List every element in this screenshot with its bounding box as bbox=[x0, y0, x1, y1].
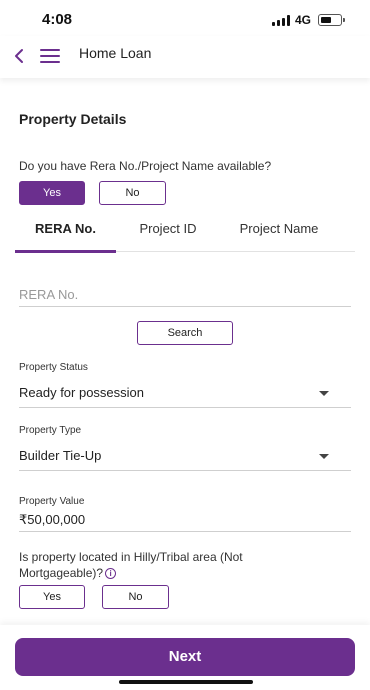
search-button[interactable]: Search bbox=[137, 321, 233, 345]
page-title: Home Loan bbox=[79, 45, 152, 61]
rera-yes-button[interactable]: Yes bbox=[19, 181, 85, 205]
network-label: 4G bbox=[295, 13, 312, 27]
chevron-down-icon[interactable] bbox=[319, 454, 329, 459]
property-type-label: Property Type bbox=[19, 425, 82, 436]
chevron-down-icon[interactable] bbox=[319, 391, 329, 396]
section-title: Property Details bbox=[19, 111, 127, 127]
signal-icon bbox=[272, 15, 290, 26]
property-value-label: Property Value bbox=[19, 496, 85, 507]
chevron-left-icon[interactable] bbox=[10, 45, 30, 67]
rera-number-input[interactable]: RERA No. bbox=[19, 287, 78, 302]
rera-question: Do you have Rera No./Project Name availa… bbox=[19, 159, 272, 173]
tab-project-id[interactable]: Project ID bbox=[123, 210, 213, 252]
hilly-area-question-text: Is property located in Hilly/Tribal area… bbox=[19, 550, 243, 580]
property-type-underline bbox=[19, 470, 351, 471]
property-type-select[interactable]: Builder Tie-Up bbox=[19, 448, 101, 463]
property-value-underline bbox=[19, 531, 351, 532]
property-status-select[interactable]: Ready for possession bbox=[19, 385, 144, 400]
status-bar: 4:08 4G bbox=[0, 0, 370, 36]
status-time: 4:08 bbox=[42, 11, 73, 28]
next-button[interactable]: Next bbox=[15, 638, 355, 676]
home-indicator bbox=[119, 680, 253, 684]
rera-no-button[interactable]: No bbox=[99, 181, 166, 205]
active-tab-indicator bbox=[15, 250, 116, 253]
hilly-yes-button[interactable]: Yes bbox=[19, 585, 85, 609]
rera-input-underline bbox=[19, 306, 351, 307]
hilly-no-button[interactable]: No bbox=[102, 585, 169, 609]
hamburger-menu-icon[interactable] bbox=[40, 49, 60, 63]
hilly-area-question: Is property located in Hilly/Tribal area… bbox=[19, 549, 319, 581]
property-value-input[interactable]: ₹50,00,000 bbox=[19, 512, 85, 528]
info-icon[interactable]: i bbox=[105, 568, 117, 579]
property-status-underline bbox=[19, 407, 351, 408]
lookup-tabs: RERA No. Project ID Project Name bbox=[15, 210, 355, 253]
battery-icon bbox=[318, 14, 345, 26]
app-header: Home Loan bbox=[0, 36, 370, 78]
property-status-label: Property Status bbox=[19, 362, 88, 373]
tab-project-name[interactable]: Project Name bbox=[228, 210, 330, 252]
tab-rera-no[interactable]: RERA No. bbox=[15, 210, 116, 252]
